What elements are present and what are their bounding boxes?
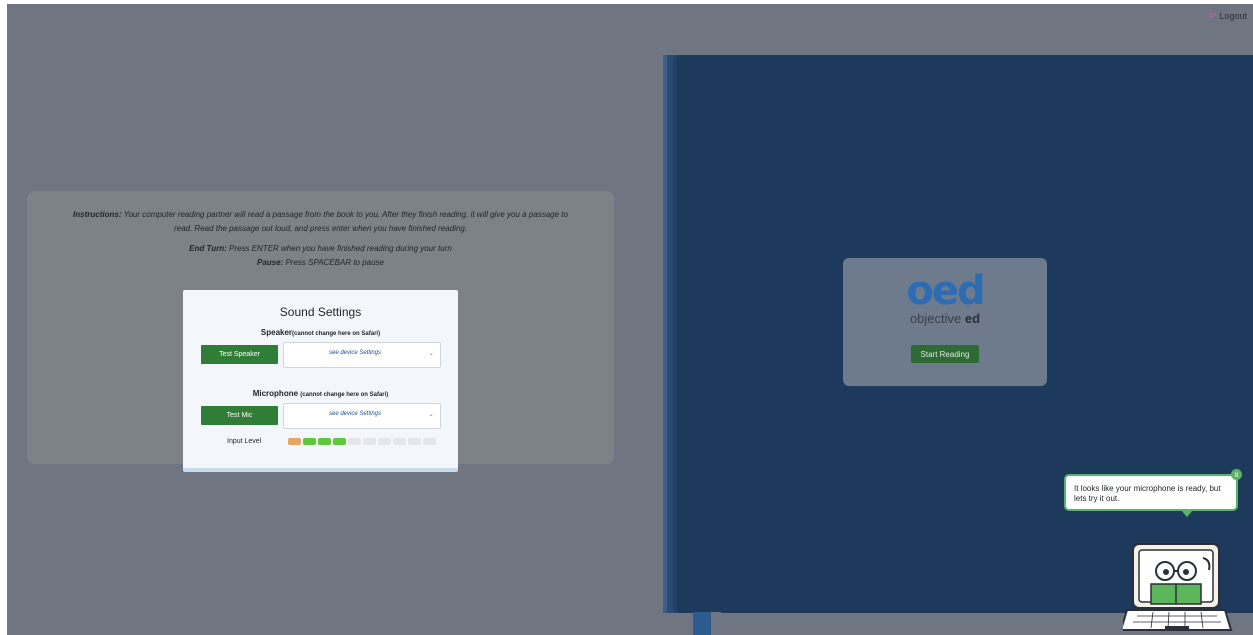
instructions-heading: Instructions: xyxy=(73,210,122,219)
input-level-segment xyxy=(348,438,361,445)
input-level-segment xyxy=(363,438,376,445)
logout-link[interactable]: ⊳ Logout xyxy=(1209,10,1247,21)
dialog-title: Sound Settings xyxy=(279,305,362,319)
speaker-section-label: Speaker(cannot change here on Safari) xyxy=(183,328,458,337)
microphone-select[interactable]: see device Settings ⌄ xyxy=(283,403,441,429)
chevron-down-icon: ⌄ xyxy=(428,411,434,418)
microphone-section-label: Microphone (cannot change here on Safari… xyxy=(183,389,458,398)
instructions-text: Instructions: Your computer reading part… xyxy=(67,208,574,276)
input-level-meter xyxy=(288,438,436,445)
oed-subtitle-bold: ed xyxy=(964,311,981,326)
instructions-body: Your computer reading partner will read … xyxy=(121,210,568,233)
microphone-label: Microphone xyxy=(252,389,301,398)
oed-subtitle: objective ed xyxy=(843,311,1047,326)
test-mic-button[interactable]: Test Mic xyxy=(201,406,278,425)
bookmark-ribbon-notch xyxy=(711,612,721,635)
pause-heading: Pause: xyxy=(256,258,284,267)
close-icon[interactable]: x xyxy=(1231,469,1242,480)
end-turn-heading: End Turn: xyxy=(189,244,227,253)
start-reading-button[interactable]: Start Reading xyxy=(911,345,979,363)
logout-label: Logout xyxy=(1219,10,1247,21)
bookmark-ribbon xyxy=(693,612,711,635)
end-turn-body: Press ENTER when you have finished readi… xyxy=(226,244,452,253)
laptop-mascot-icon xyxy=(1123,543,1233,631)
input-level-segment xyxy=(393,438,406,445)
input-level-segment xyxy=(333,438,346,445)
microphone-select-value: see device Settings xyxy=(328,411,382,417)
input-level-segment xyxy=(378,438,391,445)
logout-icon: ⊳ xyxy=(1208,10,1217,20)
input-level-segment xyxy=(318,438,331,445)
test-speaker-button[interactable]: Test Speaker xyxy=(201,345,278,364)
helper-speech-bubble: It looks like your microphone is ready, … xyxy=(1064,474,1238,511)
book-title-card: oed objective ed Start Reading xyxy=(843,258,1047,386)
speaker-note: (cannot change here on Safari) xyxy=(292,331,381,337)
speaker-select-value: see device Settings xyxy=(328,350,382,356)
input-level-segment xyxy=(288,438,301,445)
speaker-select[interactable]: see device Settings ⌄ xyxy=(283,342,441,368)
input-level-segment xyxy=(408,438,421,445)
oed-subtitle-prefix: objective xyxy=(909,311,965,326)
chevron-down-icon: ⌄ xyxy=(428,350,434,357)
input-level-label: Input Level xyxy=(227,438,262,445)
oed-logo: oed xyxy=(906,268,985,314)
book-spine xyxy=(663,55,667,613)
input-level-segment xyxy=(303,438,316,445)
input-level-segment xyxy=(423,438,436,445)
speech-bubble-tail xyxy=(1181,510,1193,517)
microphone-note: (cannot change here on Safari) xyxy=(300,392,389,398)
pause-body: Press SPACEBAR to pause xyxy=(283,258,385,267)
sound-settings-dialog: Sound Settings Speaker(cannot change her… xyxy=(183,290,458,472)
speaker-label: Speaker xyxy=(260,328,293,337)
